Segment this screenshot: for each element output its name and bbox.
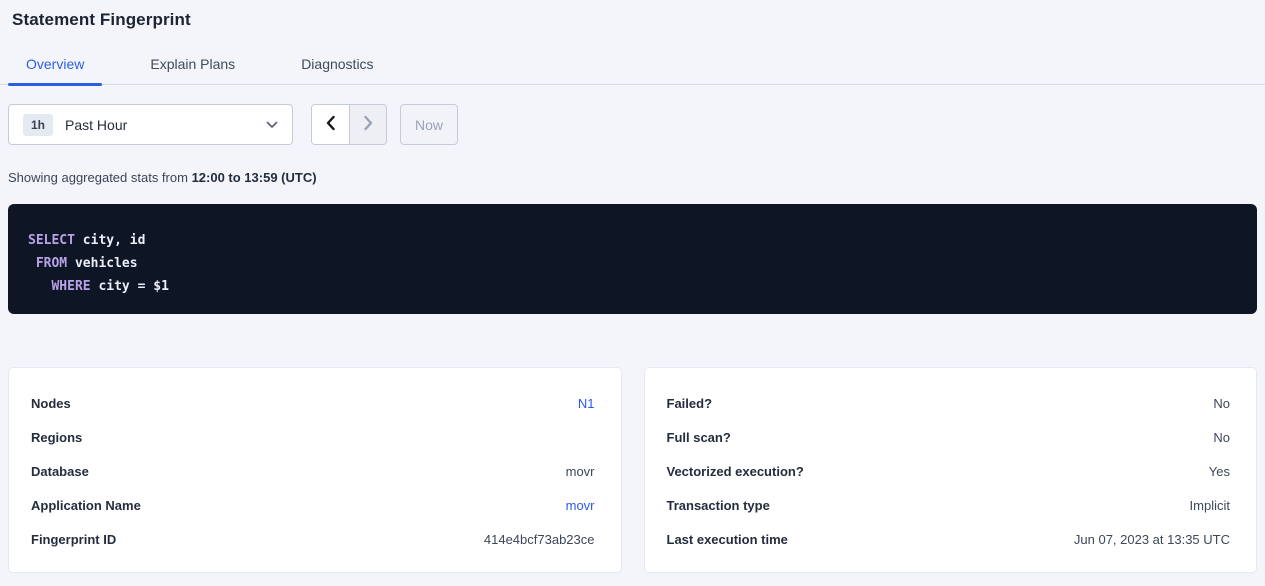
row-application-name: Application Name movr bbox=[31, 488, 595, 522]
row-transaction-type: Transaction type Implicit bbox=[667, 488, 1231, 522]
row-full-scan: Full scan? No bbox=[667, 420, 1231, 454]
sql-line: FROM vehicles bbox=[28, 252, 1237, 275]
row-value: No bbox=[1213, 430, 1230, 445]
row-value: 414e4bcf73ab23ce bbox=[484, 532, 595, 547]
sql-keyword: SELECT bbox=[28, 233, 75, 248]
row-failed: Failed? No bbox=[667, 386, 1231, 420]
previous-time-range-button[interactable] bbox=[312, 105, 349, 144]
time-toolbar: 1h Past Hour Now bbox=[8, 104, 1257, 145]
summary-cards: Nodes N1 Regions Database movr Applicati… bbox=[8, 367, 1257, 573]
tab-bar: Overview Explain Plans Diagnostics bbox=[0, 47, 1265, 85]
row-label: Full scan? bbox=[667, 430, 731, 445]
row-label: Last execution time bbox=[667, 532, 788, 547]
nodes-link[interactable]: N1 bbox=[578, 396, 595, 411]
statement-fingerprint-page: Statement Fingerprint Overview Explain P… bbox=[0, 10, 1265, 586]
sql-line: SELECT city, id bbox=[28, 229, 1237, 252]
sql-text: city = $1 bbox=[91, 279, 169, 294]
row-vectorized-execution: Vectorized execution? Yes bbox=[667, 454, 1231, 488]
row-value: Implicit bbox=[1190, 498, 1230, 513]
execution-attributes-card: Failed? No Full scan? No Vectorized exec… bbox=[644, 367, 1258, 573]
row-value: Yes bbox=[1209, 464, 1230, 479]
now-button[interactable]: Now bbox=[400, 104, 458, 145]
row-database: Database movr bbox=[31, 454, 595, 488]
row-label: Application Name bbox=[31, 498, 141, 513]
chevron-right-icon bbox=[363, 115, 374, 134]
time-range-badge: 1h bbox=[23, 114, 53, 136]
sql-keyword: WHERE bbox=[51, 279, 90, 294]
row-value: movr bbox=[566, 464, 595, 479]
row-value: Jun 07, 2023 at 13:35 UTC bbox=[1074, 532, 1230, 547]
stats-caption-prefix: Showing aggregated stats from bbox=[8, 170, 192, 185]
time-range-nav bbox=[311, 104, 387, 145]
time-range-label: Past Hour bbox=[65, 117, 127, 133]
row-regions: Regions bbox=[31, 420, 595, 454]
chevron-left-icon bbox=[325, 115, 336, 134]
row-label: Vectorized execution? bbox=[667, 464, 804, 479]
aggregated-stats-caption: Showing aggregated stats from 12:00 to 1… bbox=[8, 170, 1257, 185]
time-range-select[interactable]: 1h Past Hour bbox=[8, 104, 293, 145]
row-nodes: Nodes N1 bbox=[31, 386, 595, 420]
next-time-range-button[interactable] bbox=[349, 105, 386, 144]
row-last-execution-time: Last execution time Jun 07, 2023 at 13:3… bbox=[667, 522, 1231, 556]
row-label: Regions bbox=[31, 430, 82, 445]
row-label: Failed? bbox=[667, 396, 713, 411]
row-label: Database bbox=[31, 464, 89, 479]
row-label: Fingerprint ID bbox=[31, 532, 116, 547]
row-label: Nodes bbox=[31, 396, 71, 411]
sql-text: vehicles bbox=[67, 256, 137, 271]
tab-overview[interactable]: Overview bbox=[8, 47, 102, 84]
sql-text: city, id bbox=[75, 233, 145, 248]
row-fingerprint-id: Fingerprint ID 414e4bcf73ab23ce bbox=[31, 522, 595, 556]
sql-line: WHERE city = $1 bbox=[28, 275, 1237, 298]
application-name-link[interactable]: movr bbox=[566, 498, 595, 513]
page-title: Statement Fingerprint bbox=[12, 10, 1265, 30]
stats-caption-range: 12:00 to 13:59 (UTC) bbox=[192, 170, 317, 185]
chevron-down-icon bbox=[266, 121, 278, 129]
row-label: Transaction type bbox=[667, 498, 770, 513]
tab-diagnostics[interactable]: Diagnostics bbox=[283, 47, 391, 84]
statement-details-card: Nodes N1 Regions Database movr Applicati… bbox=[8, 367, 622, 573]
sql-statement-box: SELECT city, id FROM vehicles WHERE city… bbox=[8, 204, 1257, 314]
tab-explain-plans[interactable]: Explain Plans bbox=[132, 47, 253, 84]
sql-keyword: FROM bbox=[36, 256, 67, 271]
row-value: No bbox=[1213, 396, 1230, 411]
